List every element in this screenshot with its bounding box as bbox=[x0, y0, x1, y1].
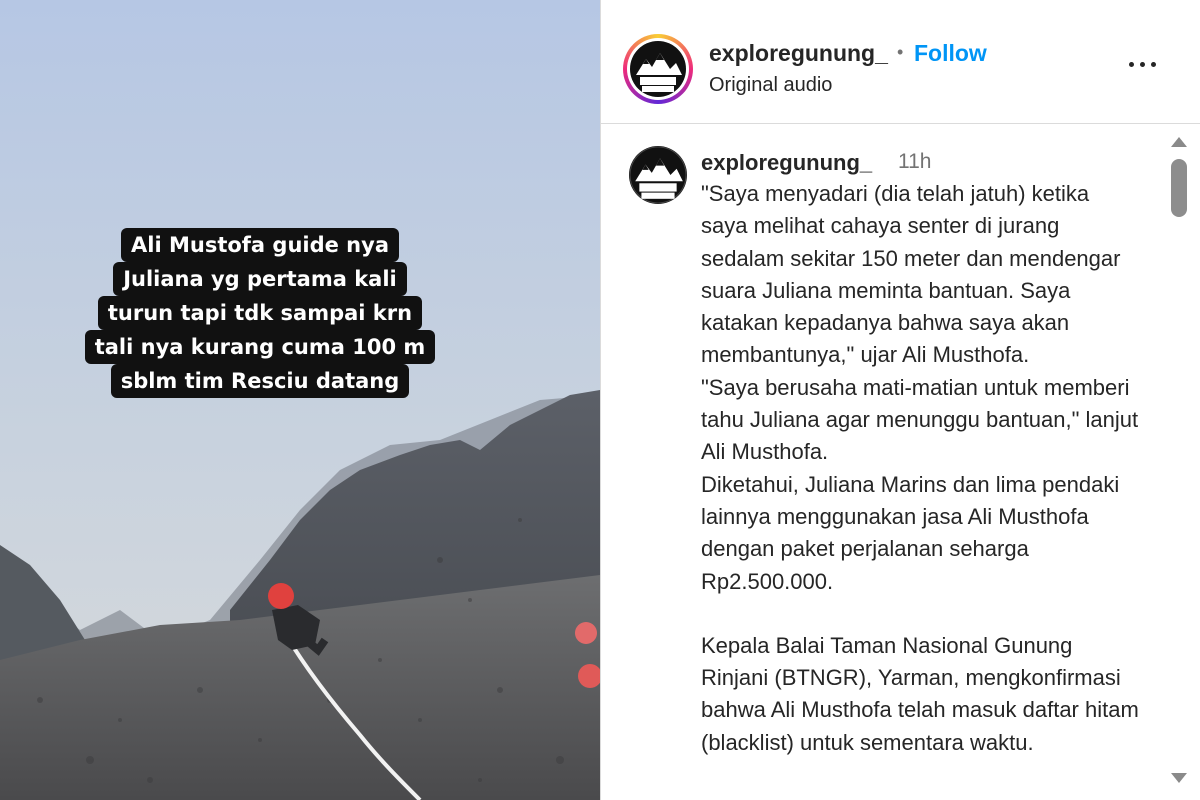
caption-paragraph: "Saya menyadari (dia telah jatuh) ketika… bbox=[701, 181, 1127, 368]
caption-paragraph bbox=[701, 598, 1141, 630]
mountain-scene-image bbox=[0, 0, 600, 800]
explore-gunung-logo-icon bbox=[630, 41, 686, 97]
follow-button[interactable]: Follow bbox=[914, 40, 987, 67]
header-username[interactable]: exploregunung_ bbox=[709, 40, 888, 67]
video-caption: Ali Mustofa guide nya Juliana yg pertama… bbox=[40, 228, 480, 398]
original-audio-link[interactable]: Original audio bbox=[709, 74, 832, 97]
caption-paragraph: Kepala Balai Taman Nasional Gunung Rinja… bbox=[701, 632, 1139, 755]
post-header: exploregunung_ • Follow Original audio bbox=[601, 12, 1200, 124]
reel-video[interactable]: Ali Mustofa guide nya Juliana yg pertama… bbox=[0, 0, 600, 800]
caption-line: tali nya kurang cuma 100 m bbox=[84, 330, 436, 364]
caption-line: turun tapi tdk sampai krn bbox=[97, 296, 423, 330]
comment-timestamp[interactable]: 11h bbox=[898, 150, 931, 174]
caption-paragraph: "Saya berusaha mati-matian untuk memberi… bbox=[701, 374, 1139, 465]
scrollbar-thumb[interactable] bbox=[1171, 159, 1187, 217]
scroll-up-arrow-icon[interactable] bbox=[1171, 137, 1187, 147]
post-caption-text: "Saya menyadari (dia telah jatuh) ketika… bbox=[701, 178, 1141, 800]
more-options-icon[interactable] bbox=[1129, 56, 1161, 72]
scrollbar[interactable] bbox=[1163, 125, 1193, 800]
caption-line: Ali Mustofa guide nya bbox=[121, 228, 399, 262]
scroll-down-arrow-icon[interactable] bbox=[1171, 773, 1187, 783]
profile-avatar[interactable] bbox=[623, 34, 693, 104]
comment-avatar[interactable] bbox=[629, 146, 687, 204]
post-panel: exploregunung_ • Follow Original audio e… bbox=[600, 0, 1200, 800]
comment-username[interactable]: exploregunung_ bbox=[701, 150, 872, 176]
caption-line: Juliana yg pertama kali bbox=[113, 262, 407, 296]
caption-line: sblm tim Resciu datang bbox=[110, 364, 410, 398]
explore-gunung-logo-icon bbox=[629, 146, 687, 204]
caption-paragraph: Diketahui, Juliana Marins dan lima penda… bbox=[701, 471, 1126, 594]
separator-dot: • bbox=[897, 42, 904, 62]
